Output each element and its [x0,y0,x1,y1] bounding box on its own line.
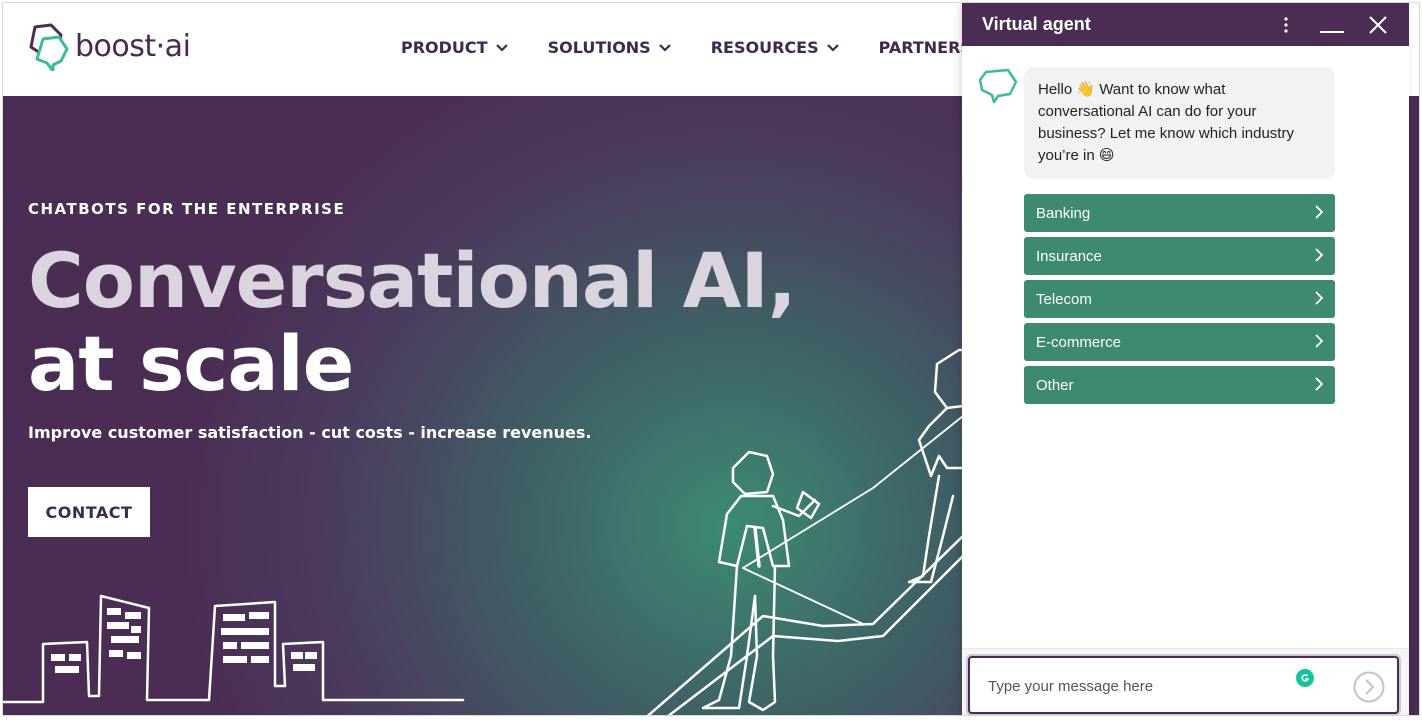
message-input[interactable] [988,674,1288,698]
nav-item-label: SOLUTIONS [547,38,651,57]
option-label: E-commerce [1036,333,1122,351]
chat-messages: Hello 👋 Want to know what conversational… [962,46,1409,648]
minimize-button[interactable] [1314,3,1350,46]
close-icon [1369,15,1387,34]
contact-button[interactable]: CONTACT [28,487,150,537]
main-nav: PRODUCT SOLUTIONS RESOURCES PARTNERS [401,38,972,57]
chevron-down-icon [826,43,839,52]
close-button[interactable] [1360,3,1396,46]
message-input-wrapper [968,656,1399,714]
nav-item-solutions[interactable]: SOLUTIONS [548,38,671,57]
send-icon [1353,671,1385,703]
bot-avatar-icon [978,68,1018,104]
nav-item-resources[interactable]: RESOURCES [711,38,839,57]
virtual-agent-panel: Virtual agent Hello 👋 Want to know what … [962,3,1409,715]
nav-item-partners[interactable]: PARTNERS [879,38,972,57]
boost-logo-icon [29,23,69,71]
nav-item-label: PARTNERS [878,38,972,57]
chevron-down-icon [658,43,671,52]
option-insurance[interactable]: Insurance [1024,237,1335,275]
site-logo[interactable]: boost·ai [21,21,191,71]
grammarly-icon[interactable] [1296,669,1314,687]
nav-item-label: PRODUCT [401,38,488,57]
option-label: Telecom [1036,290,1092,308]
hero-title-line2: at scale [28,319,354,408]
minimize-icon [1320,30,1344,33]
chevron-right-icon [1315,377,1323,391]
option-other[interactable]: Other [1024,366,1335,404]
chevron-right-icon [1315,205,1323,219]
nav-item-label: RESOURCES [710,38,819,57]
option-label: Banking [1036,204,1091,222]
logo-text: boost·ai [75,28,191,64]
bot-message: Hello 👋 Want to know what conversational… [1024,67,1335,179]
hero-eyebrow: CHATBOTS FOR THE ENTERPRISE [28,200,346,218]
option-label: Other [1036,376,1074,394]
option-ecommerce[interactable]: E-commerce [1024,323,1335,361]
browser-viewport: boost·ai PRODUCT SOLUTIONS RESOURCES PAR… [2,2,1420,716]
chat-footer [962,648,1409,715]
option-telecom[interactable]: Telecom [1024,280,1335,318]
chat-header: Virtual agent [962,3,1409,46]
chevron-right-icon [1315,248,1323,262]
hero-title-line1: Conversational AI, [28,236,797,325]
chevron-down-icon [495,43,508,52]
more-options-button[interactable] [1268,3,1304,46]
option-banking[interactable]: Banking [1024,194,1335,232]
chat-title: Virtual agent [982,14,1091,34]
chevron-right-icon [1315,334,1323,348]
send-button[interactable] [1353,671,1385,703]
hero-subtitle: Improve customer satisfaction - cut cost… [28,423,592,442]
option-label: Insurance [1036,247,1102,265]
nav-item-product[interactable]: PRODUCT [401,38,508,57]
more-vertical-icon [1284,16,1288,33]
chevron-right-icon [1315,291,1323,305]
